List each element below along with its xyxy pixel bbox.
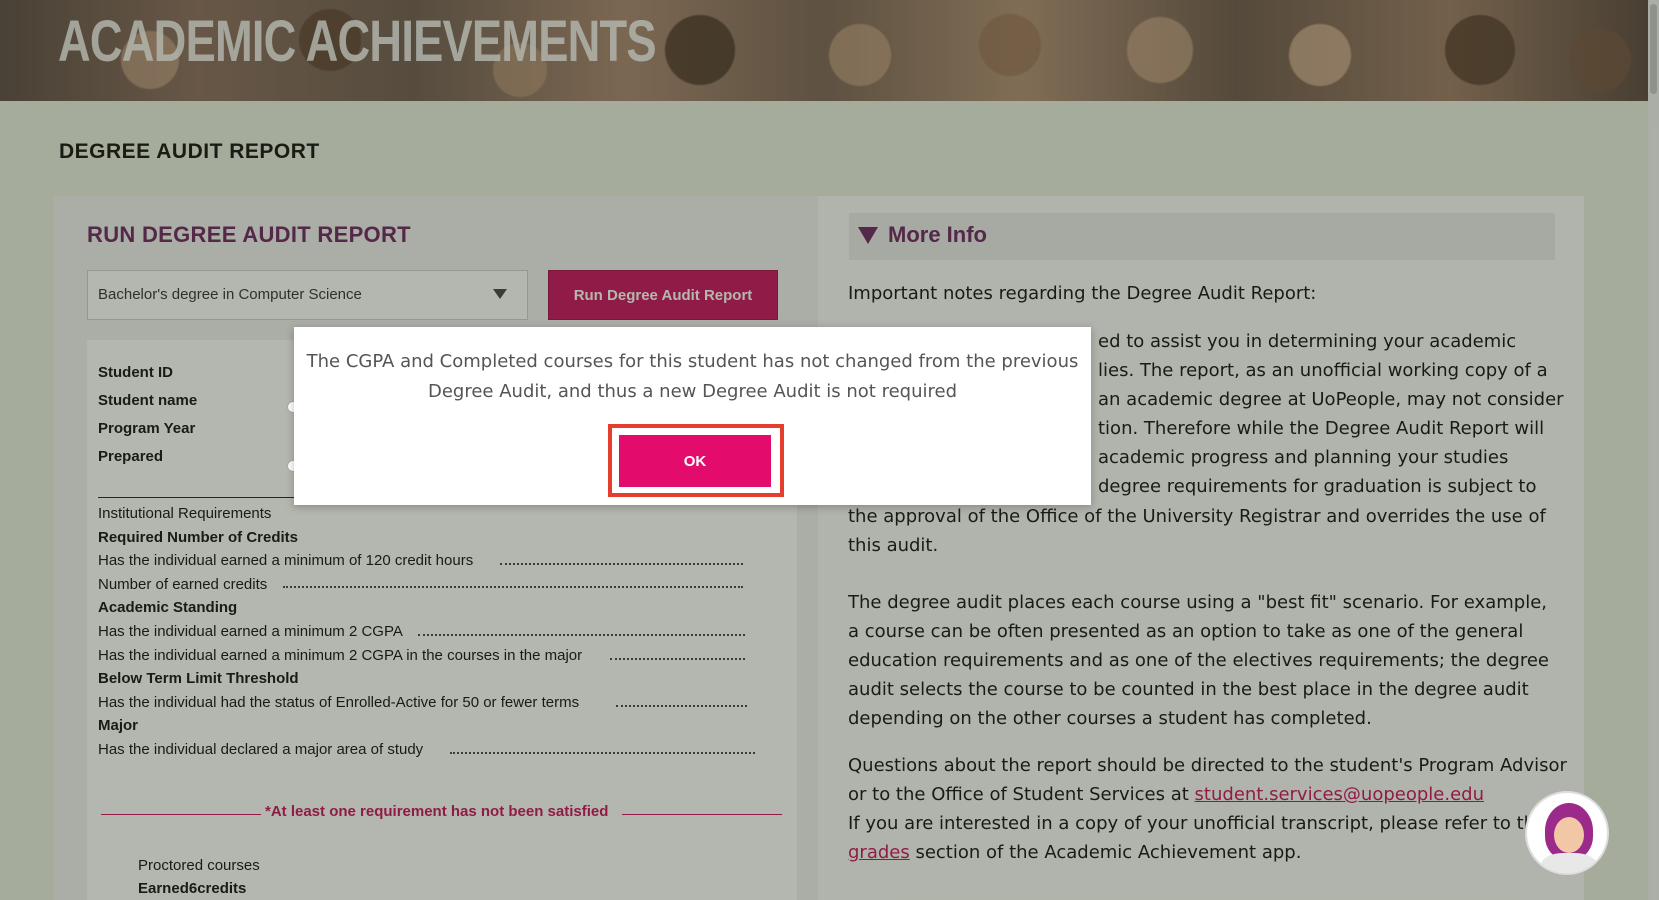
avatar-face [1554,817,1584,853]
assistant-avatar-icon[interactable] [1525,791,1609,875]
avatar-body [1541,853,1597,873]
dialog-message: The CGPA and Completed courses for this … [306,351,1079,402]
ok-button[interactable]: OK [619,435,771,487]
